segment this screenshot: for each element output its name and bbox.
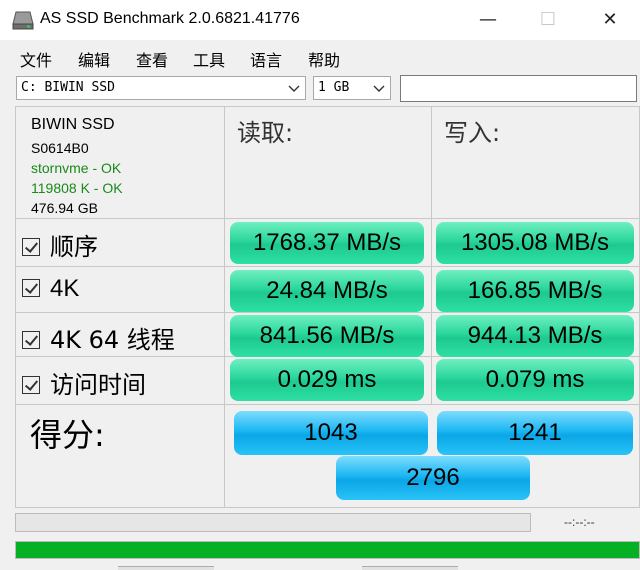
divider bbox=[15, 404, 640, 405]
menu-edit[interactable]: 编辑 bbox=[78, 47, 110, 71]
chevron-down-icon bbox=[287, 80, 301, 96]
progress-fill bbox=[16, 542, 639, 558]
4k-read-result: 24.84 MB/s bbox=[230, 270, 424, 312]
drive-select[interactable]: C: BIWIN SSD bbox=[16, 76, 306, 100]
row-4k-checkbox[interactable]: 4K bbox=[22, 275, 79, 303]
maximize-button[interactable]: ☐ bbox=[528, 4, 568, 36]
4k-write-result: 166.85 MB/s bbox=[436, 270, 634, 312]
row-sequential-checkbox[interactable]: 顺序 bbox=[22, 227, 98, 262]
menu-view[interactable]: 查看 bbox=[136, 47, 168, 71]
start-button[interactable] bbox=[118, 566, 214, 570]
row-access-time-checkbox[interactable]: 访问时间 bbox=[22, 365, 146, 400]
read-score: 1043 bbox=[234, 411, 428, 455]
close-button[interactable]: ✕ bbox=[590, 4, 630, 36]
drive-select-value: C: BIWIN SSD bbox=[21, 80, 115, 95]
driver-status: stornvme - OK bbox=[31, 160, 122, 176]
test-size-value: 1 GB bbox=[318, 80, 350, 95]
row-label: 顺序 bbox=[50, 233, 98, 261]
row-label: 4K 64 线程 bbox=[50, 326, 175, 354]
sequential-read-result: 1768.37 MB/s bbox=[230, 222, 424, 264]
text-input[interactable] bbox=[400, 75, 637, 102]
divider bbox=[15, 312, 640, 313]
test-size-select[interactable]: 1 GB bbox=[313, 76, 391, 100]
row-label: 4K bbox=[50, 275, 80, 302]
disk-drive-icon bbox=[12, 10, 34, 30]
write-column-header: 写入: bbox=[444, 119, 501, 147]
menu-help[interactable]: 帮助 bbox=[308, 47, 340, 71]
sequential-write-result: 1305.08 MB/s bbox=[436, 222, 634, 264]
drive-capacity: 476.94 GB bbox=[31, 200, 98, 216]
chevron-down-icon bbox=[372, 80, 386, 96]
window-title: AS SSD Benchmark 2.0.6821.41776 bbox=[40, 10, 300, 27]
test-progress-bar bbox=[15, 513, 531, 532]
elapsed-time: --:--:-- bbox=[564, 515, 595, 529]
bottom-edge bbox=[0, 564, 640, 570]
4k64-write-result: 944.13 MB/s bbox=[436, 315, 634, 357]
4k64-read-result: 841.56 MB/s bbox=[230, 315, 424, 357]
divider bbox=[224, 106, 225, 508]
checkmark-icon bbox=[22, 331, 40, 349]
checkmark-icon bbox=[22, 279, 40, 297]
row-4k64-checkbox[interactable]: 4K 64 线程 bbox=[22, 320, 175, 355]
total-score: 2796 bbox=[336, 456, 530, 500]
score-label: 得分: bbox=[30, 416, 105, 454]
abort-button[interactable] bbox=[362, 566, 458, 570]
firmware-version: S0614B0 bbox=[31, 140, 89, 156]
divider bbox=[15, 218, 640, 219]
access-read-result: 0.029 ms bbox=[230, 359, 424, 401]
checkmark-icon bbox=[22, 238, 40, 256]
divider bbox=[431, 106, 432, 404]
menu-language[interactable]: 语言 bbox=[250, 47, 282, 71]
title-bar: AS SSD Benchmark 2.0.6821.41776 — ☐ ✕ bbox=[0, 0, 640, 40]
menu-tools[interactable]: 工具 bbox=[193, 47, 225, 71]
minimize-button[interactable]: — bbox=[468, 4, 508, 36]
divider bbox=[15, 266, 640, 267]
menu-file[interactable]: 文件 bbox=[20, 47, 52, 71]
read-column-header: 读取: bbox=[237, 119, 294, 147]
row-label: 访问时间 bbox=[50, 371, 146, 399]
access-write-result: 0.079 ms bbox=[436, 359, 634, 401]
overall-progress-bar bbox=[15, 541, 640, 559]
drive-name: BIWIN SSD bbox=[31, 116, 115, 133]
menu-bar: 文件 编辑 查看 工具 语言 帮助 bbox=[0, 40, 640, 72]
checkmark-icon bbox=[22, 376, 40, 394]
write-score: 1241 bbox=[437, 411, 633, 455]
alignment-status: 119808 K - OK bbox=[31, 180, 123, 196]
